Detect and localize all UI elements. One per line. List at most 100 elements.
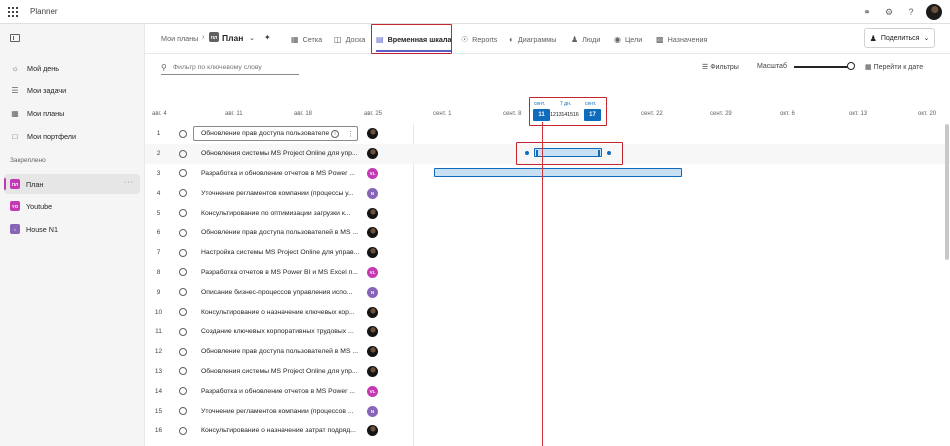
assignee-avatar[interactable] xyxy=(367,148,378,160)
go-to-date-button[interactable]: ▦ Перейти к дате xyxy=(865,63,923,71)
table-row[interactable]: 6 Обновление прав доступа пользователей … xyxy=(145,223,950,243)
task-bar-row-3[interactable] xyxy=(434,168,682,177)
collapse-nav-icon[interactable] xyxy=(10,34,20,42)
complete-checkbox[interactable] xyxy=(179,129,187,138)
nav-my-day[interactable]: ☼ Мой день xyxy=(0,59,144,77)
task-name[interactable]: Настройка системы MS Project Online для … xyxy=(201,249,361,256)
table-row[interactable]: 15 Уточнение регламентов компании (проце… xyxy=(145,401,950,421)
share-button[interactable]: ♟ Поделиться ⌄ xyxy=(864,28,935,48)
grid-icon: ▦ xyxy=(11,108,19,118)
zoom-slider-thumb[interactable] xyxy=(847,62,855,70)
table-row[interactable]: 11 Создание ключевых корпоративных трудо… xyxy=(145,322,950,342)
assignee-avatar[interactable] xyxy=(367,207,378,219)
user-avatar[interactable] xyxy=(926,4,942,20)
zoom-slider-track[interactable] xyxy=(794,66,850,68)
app-title[interactable]: Planner xyxy=(30,7,58,16)
assignee-avatar[interactable]: VL xyxy=(367,167,378,179)
table-row[interactable]: 4 Уточнение регламентов компании (процес… xyxy=(145,183,950,203)
task-name[interactable]: Обновление прав доступа пользователей в … xyxy=(201,229,361,236)
complete-checkbox[interactable] xyxy=(179,387,187,396)
assignee-avatar[interactable] xyxy=(367,326,378,338)
pin-icon[interactable]: ✦ xyxy=(264,33,271,42)
complete-checkbox[interactable] xyxy=(179,426,187,435)
task-name[interactable]: Консультирование по оптимизации загрузки… xyxy=(201,210,361,217)
tab-reports[interactable]: ☉ Reports xyxy=(461,24,497,54)
complete-checkbox[interactable] xyxy=(179,209,187,218)
complete-checkbox[interactable] xyxy=(179,327,187,336)
gear-icon[interactable]: ⚙ xyxy=(878,1,900,23)
more-options-icon[interactable]: ··· xyxy=(124,179,134,186)
search-input[interactable] xyxy=(173,64,293,71)
vertical-scrollbar[interactable] xyxy=(945,124,949,260)
complete-checkbox[interactable] xyxy=(179,248,187,257)
assignee-avatar[interactable]: N xyxy=(367,286,378,298)
assignee-avatar[interactable]: VL xyxy=(367,385,378,397)
assignee-avatar[interactable]: VL xyxy=(367,266,378,278)
help-icon[interactable]: ? xyxy=(900,1,922,23)
task-name[interactable]: Обновления системы MS Project Online для… xyxy=(201,150,361,157)
assignee-avatar[interactable] xyxy=(367,227,378,239)
complete-checkbox[interactable] xyxy=(179,228,187,237)
complete-checkbox[interactable] xyxy=(179,189,187,198)
table-row[interactable]: 14 Разработка и обновление отчетов в MS … xyxy=(145,381,950,401)
table-row[interactable]: 7 Настройка системы MS Project Online дл… xyxy=(145,243,950,263)
assignee-avatar[interactable]: N xyxy=(367,187,378,199)
complete-checkbox[interactable] xyxy=(179,288,187,297)
table-row[interactable]: 13 Обновления системы MS Project Online … xyxy=(145,362,950,382)
tab-charts[interactable]: ◐ Диаграммы xyxy=(509,24,556,54)
task-name[interactable]: Консультирование о назначение затрат под… xyxy=(201,427,361,434)
assignee-avatar[interactable] xyxy=(367,128,378,140)
table-row[interactable]: 8 Разработка отчетов в MS Power BI и MS … xyxy=(145,263,950,283)
tab-grid[interactable]: ▦ Сетка xyxy=(291,24,322,54)
nav-my-plans[interactable]: ▦ Мои планы xyxy=(0,104,144,122)
tab-goals[interactable]: ◉ Цели xyxy=(614,24,642,54)
task-name[interactable]: Разработка и обновление отчетов в MS Pow… xyxy=(201,388,361,395)
assignee-avatar[interactable] xyxy=(367,365,378,377)
tab-board[interactable]: ◫ Доска xyxy=(334,24,365,54)
filters-button[interactable]: ☰ Фильтры xyxy=(702,63,739,71)
task-name[interactable]: Описание бизнес-процессов управления исп… xyxy=(201,289,361,296)
table-row[interactable]: 16 Консультирование о назначение затрат … xyxy=(145,421,950,441)
task-name[interactable]: Уточнение регламентов компании (процессо… xyxy=(201,408,361,415)
task-name[interactable]: Уточнение регламентов компании (процессы… xyxy=(201,190,361,197)
task-name[interactable]: Обновления системы MS Project Online для… xyxy=(201,368,361,375)
complete-checkbox[interactable] xyxy=(179,347,187,356)
tab-people[interactable]: ♟ Люди xyxy=(571,24,600,54)
page-title[interactable]: План xyxy=(222,33,243,43)
more-vertical-icon[interactable]: ⋮ xyxy=(347,130,354,138)
complete-checkbox[interactable] xyxy=(179,169,187,178)
pinned-plan-plan[interactable]: ПЛ План ··· xyxy=(4,174,140,194)
charts-icon: ◐ xyxy=(509,34,514,44)
table-row[interactable]: 12 Обновление прав доступа пользователей… xyxy=(145,342,950,362)
app-launcher-icon[interactable] xyxy=(8,6,18,17)
complete-checkbox[interactable] xyxy=(179,367,187,376)
assignee-avatar[interactable] xyxy=(367,247,378,259)
pinned-plan-house[interactable]: ⌂ House N1 xyxy=(4,219,140,239)
complete-checkbox[interactable] xyxy=(179,149,187,158)
assignee-avatar[interactable] xyxy=(367,346,378,358)
chevron-down-icon[interactable]: ⌄ xyxy=(249,34,255,42)
complete-checkbox[interactable] xyxy=(179,407,187,416)
assignee-avatar[interactable] xyxy=(367,306,378,318)
breadcrumb-my-plans[interactable]: Мои планы xyxy=(161,34,198,43)
table-row[interactable]: 1 Обновление прав доступа пользователе i… xyxy=(145,124,950,144)
task-name[interactable]: Создание ключевых корпоративных трудовых… xyxy=(201,328,361,335)
link-icon[interactable]: ⚭ xyxy=(856,1,878,23)
nav-my-portfolios[interactable]: □ Мои портфели xyxy=(0,127,144,145)
table-row[interactable]: 10 Консультирование о назначение ключевы… xyxy=(145,302,950,322)
task-name[interactable]: Разработка отчетов в MS Power BI и MS Ex… xyxy=(201,269,361,276)
complete-checkbox[interactable] xyxy=(179,308,187,317)
task-name[interactable]: Разработка и обновление отчетов в MS Pow… xyxy=(201,170,361,177)
task-name[interactable]: Консультирование о назначение ключевых к… xyxy=(201,309,361,316)
pinned-plan-youtube[interactable]: YO Youtube xyxy=(4,196,140,216)
table-row[interactable]: 5 Консультирование по оптимизации загруз… xyxy=(145,203,950,223)
info-icon[interactable]: i xyxy=(331,129,339,138)
assignee-avatar[interactable]: N xyxy=(367,405,378,417)
tab-assignments[interactable]: ▩ Назначения xyxy=(656,24,707,54)
nav-my-tasks[interactable]: ☰ Мои задачи xyxy=(0,81,144,99)
table-row[interactable]: 9 Описание бизнес-процессов управления и… xyxy=(145,282,950,302)
task-name[interactable]: Обновление прав доступа пользователей в … xyxy=(201,348,361,355)
tab-timeline[interactable]: ▤ Временная шкала xyxy=(376,24,452,54)
assignee-avatar[interactable] xyxy=(367,425,378,437)
complete-checkbox[interactable] xyxy=(179,268,187,277)
